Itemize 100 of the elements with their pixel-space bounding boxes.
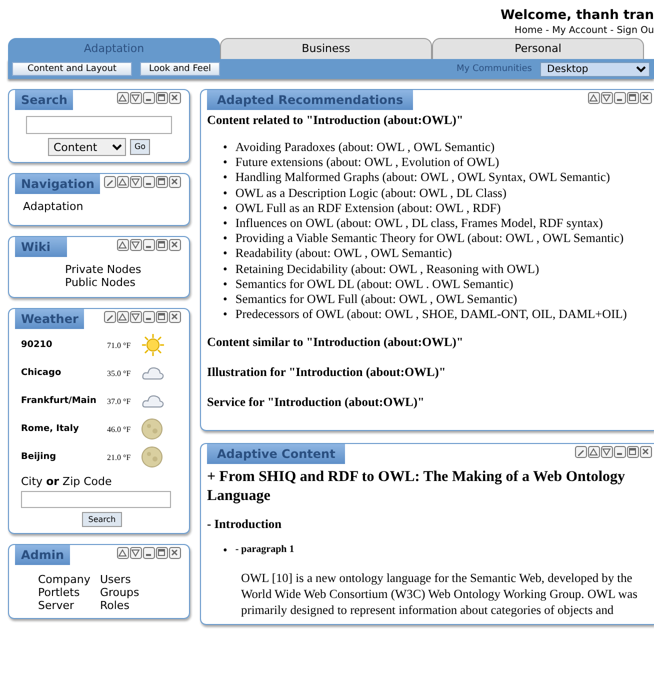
zip-field[interactable] [21,491,171,508]
bullet-text: • [223,170,228,186]
maximize-icon[interactable] [156,239,168,251]
minimize-icon[interactable] [143,311,155,323]
recommendation-link[interactable]: Avoiding Paradoxes (about: OWL , OWL Semantic) [235,140,495,156]
admin-link[interactable]: Users [100,573,160,586]
bullet-text: • [223,276,228,292]
up-arrow-icon[interactable] [117,92,129,104]
bullet-text: • [223,186,228,201]
toolbar-button[interactable]: Content and Layout [12,62,132,76]
pencil-icon[interactable] [104,176,116,188]
header-link[interactable]: Sign Ou [616,24,654,36]
temperature: 35.0 °F [107,368,132,378]
portlet-title: Weather [15,309,84,329]
bullet-text: • [223,200,228,216]
go-button[interactable]: Go [130,139,150,155]
temperature: 37.0 °F [107,396,132,406]
city-name: Beijing [21,451,58,463]
section-heading: Illustration for "Introduction (about:OWL)" [207,364,447,380]
down-arrow-icon[interactable] [130,311,142,323]
down-arrow-icon[interactable] [601,92,613,104]
minimize-icon[interactable] [143,239,155,251]
recommendation-link[interactable]: Predecessors of OWL (about: OWL , SHOE, DAML-ONT, OIL, DAML+OIL) [235,307,627,322]
admin-link[interactable]: Server [38,599,100,612]
search-button[interactable]: Search [82,512,122,527]
minimize-icon[interactable] [614,446,626,458]
header-link[interactable]: My Account [552,24,608,36]
search-field[interactable] [26,116,172,134]
tab[interactable]: Business [220,38,432,59]
recommendation-link[interactable]: Semantics for OWL DL (about: OWL . OWL Semantic) [235,276,514,292]
minimize-icon[interactable] [143,547,155,559]
communities-dropdown[interactable]: Desktop [540,62,650,76]
moon-icon [141,446,163,468]
close-icon[interactable] [640,92,652,104]
tab[interactable]: Personal [432,38,644,59]
recommendation-link[interactable]: OWL as a Description Logic (about: OWL , DL Class) [235,186,506,201]
bullet-text: • [223,542,228,558]
city-name: Rome, Italy [21,423,80,435]
close-icon[interactable] [640,446,652,458]
down-arrow-icon[interactable] [130,239,142,251]
toolbar-button[interactable]: Look and Feel [140,62,220,76]
temperature: 46.0 °F [107,424,132,434]
down-arrow-icon[interactable] [130,92,142,104]
section-heading: - Introduction [207,516,282,532]
paragraph-text: OWL [10] is a new ontology language for the Semantic Web, developed by the World Wide Web Consortium (W3C) Web Ontology Working Group. OWL was primarily designed to represent information about categories of objects and [240,570,638,618]
welcome-text: Welcome, thanh tran [500,8,654,24]
communities-label: My Communities [456,63,532,75]
recommendation-link[interactable]: Semantics for OWL Full (about: OWL , OWL Semantic) [235,292,518,308]
portlet-link[interactable]: Private Nodes [65,263,142,276]
recommendation-link[interactable]: Readability (about: OWL , OWL Semantic) [235,246,452,262]
up-arrow-icon[interactable] [588,92,600,104]
city-name: Chicago [21,367,62,379]
close-icon[interactable] [169,92,181,104]
field-label: City or Zip Code [21,475,113,489]
up-arrow-icon[interactable] [117,311,129,323]
recommendation-link[interactable]: Retaining Decidability (about: OWL , Reasoning with OWL) [235,262,540,277]
close-icon[interactable] [169,311,181,323]
up-arrow-icon[interactable] [588,446,600,458]
section-heading: Service for "Introduction (about:OWL)" [207,394,426,410]
bullet-text: • [223,262,228,277]
pencil-icon[interactable] [104,311,116,323]
admin-link[interactable]: Roles [100,599,160,612]
up-arrow-icon[interactable] [117,176,129,188]
close-icon[interactable] [169,176,181,188]
maximize-icon[interactable] [156,92,168,104]
down-arrow-icon[interactable] [601,446,613,458]
temperature: 21.0 °F [107,452,132,462]
admin-link[interactable]: Company [38,573,100,586]
recommendation-link[interactable]: Influences on OWL (about: OWL , DL class, Frames Model, RDF syntax) [235,216,603,232]
scope-dropdown[interactable]: Content [48,138,126,156]
portlet-title: Adapted Recommendations [207,90,414,110]
portlet-link[interactable]: Adaptation [23,200,84,213]
maximize-icon[interactable] [156,547,168,559]
admin-link[interactable]: Portlets [38,586,100,599]
up-arrow-icon[interactable] [117,239,129,251]
recommendation-link[interactable]: Handling Malformed Graphs (about: OWL , OWL Syntax, OWL Semantic) [235,170,610,186]
close-icon[interactable] [169,239,181,251]
minimize-icon[interactable] [143,176,155,188]
down-arrow-icon[interactable] [130,176,142,188]
portlet-title: Admin [15,545,70,565]
recommendation-link[interactable]: Future extensions (about: OWL , Evolution of OWL) [235,155,500,170]
maximize-icon[interactable] [156,176,168,188]
maximize-icon[interactable] [627,446,639,458]
portlet-link[interactable]: Public Nodes [65,276,136,289]
maximize-icon[interactable] [627,92,639,104]
admin-link[interactable]: Groups [100,586,160,599]
minimize-icon[interactable] [614,92,626,104]
separator-text: - [544,24,550,36]
paragraph-label: - paragraph 1 [235,543,294,558]
up-arrow-icon[interactable] [117,547,129,559]
close-icon[interactable] [169,547,181,559]
recommendation-link[interactable]: Providing a Viable Semantic Theory for OWL (about: OWL , OWL Semantic) [235,231,624,246]
pencil-icon[interactable] [575,446,587,458]
header-link[interactable]: Home [514,24,543,36]
section-heading: Content similar to "Introduction (about:OWL)" [207,334,464,350]
portlet-title: Wiki [15,237,67,257]
minimize-icon[interactable] [143,92,155,104]
recommendation-link[interactable]: OWL Full as an RDF Extension (about: OWL , RDF) [235,200,501,216]
down-arrow-icon[interactable] [130,547,142,559]
maximize-icon[interactable] [156,311,168,323]
